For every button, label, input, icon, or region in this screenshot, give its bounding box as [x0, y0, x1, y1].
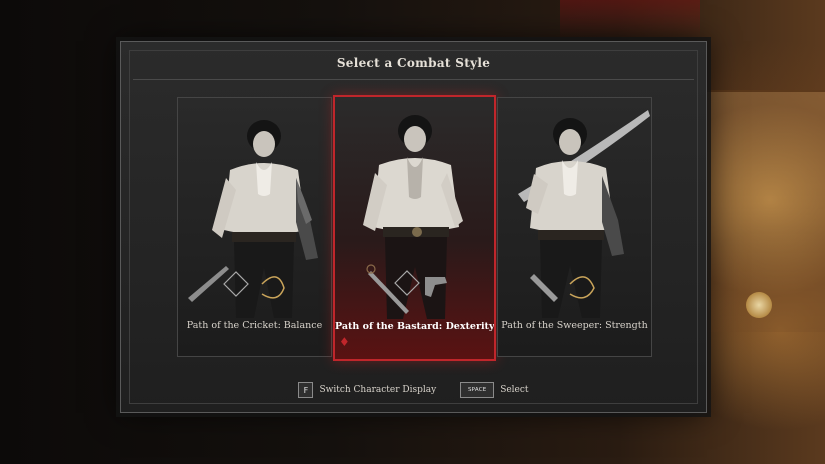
card-label: Path of the Cricket: Balance [186, 320, 323, 331]
controls-hint-bar: F Switch Character Display SPACE Select [121, 380, 706, 400]
combat-style-dialog: Select a Combat Style Path of the Cricke… [120, 41, 707, 413]
space-key-prompt[interactable]: SPACE [460, 382, 495, 398]
background-clock [746, 292, 772, 318]
select-label: Select [500, 385, 529, 395]
selected-flame-icon: ♦ [339, 335, 350, 349]
card-label: Path of the Bastard: Dexterity [335, 321, 495, 332]
combat-style-card-cricket[interactable]: Path of the Cricket: Balance [177, 97, 332, 357]
character-figure-sweeper [518, 110, 650, 318]
combat-style-card-sweeper[interactable]: Path of the Sweeper: Strength [497, 97, 652, 357]
background-drape [560, 0, 700, 40]
character-figure-bastard [363, 115, 463, 319]
title-divider [133, 79, 694, 80]
combat-style-card-bastard[interactable]: Path of the Bastard: Dexterity ♦ [333, 95, 496, 361]
dagger-icon [188, 266, 229, 302]
f-key-prompt[interactable]: F [298, 382, 314, 398]
character-figure-cricket [188, 120, 318, 318]
switch-character-display-label: Switch Character Display [319, 385, 437, 395]
card-label: Path of the Sweeper: Strength [501, 320, 648, 331]
dialog-title: Select a Combat Style [336, 56, 491, 70]
